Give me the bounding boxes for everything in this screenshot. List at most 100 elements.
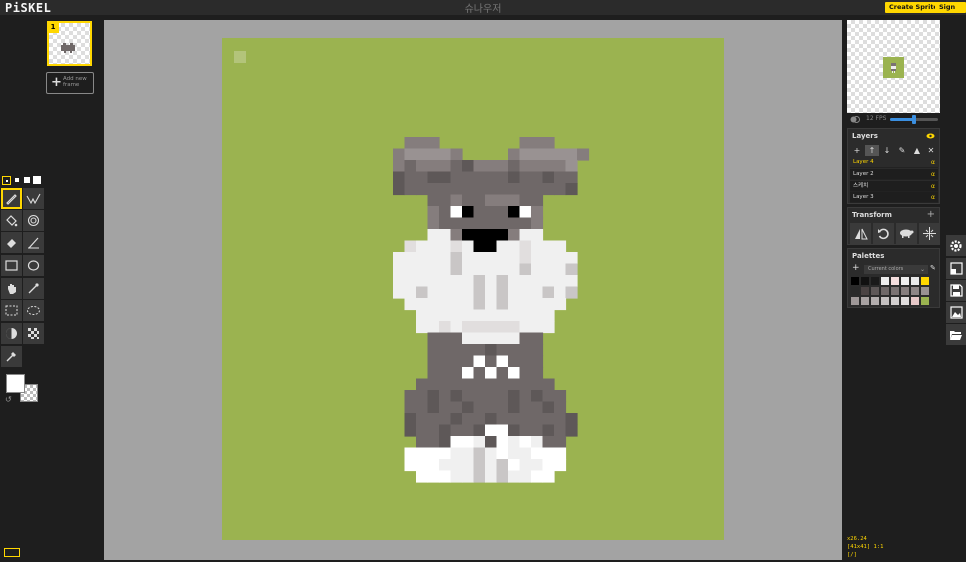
pen-tool-button[interactable] <box>1 188 22 209</box>
palette-color-swatch[interactable] <box>871 277 879 285</box>
palette-select[interactable]: Current colors ⌄ <box>864 265 928 274</box>
palette-color-swatch[interactable] <box>881 297 889 305</box>
rectangle-tool-button[interactable] <box>1 255 22 276</box>
palette-color-swatch[interactable] <box>901 287 909 295</box>
layer-row[interactable]: Layer 3 α <box>850 192 938 203</box>
palette-color-swatch[interactable] <box>901 297 909 305</box>
sprite-pixel <box>439 183 452 196</box>
palette-color-swatch[interactable] <box>871 287 879 295</box>
layer-opacity[interactable]: α <box>931 192 935 203</box>
edit-palette-icon[interactable]: ✎ <box>930 264 936 272</box>
layer-opacity[interactable]: α <box>931 181 935 192</box>
palette-color-swatch[interactable] <box>921 287 929 295</box>
palette-color-swatch[interactable] <box>891 277 899 285</box>
sprite-pixel <box>473 447 486 460</box>
palette-color-swatch[interactable] <box>911 297 919 305</box>
create-sprite-button[interactable]: Create Sprite <box>885 2 942 13</box>
flip-button[interactable] <box>850 223 871 244</box>
layer-opacity[interactable]: α <box>931 169 935 180</box>
sprite-pixel <box>427 332 440 345</box>
palette-color-swatch[interactable] <box>901 277 909 285</box>
palette-color-swatch[interactable] <box>861 287 869 295</box>
open-button[interactable] <box>946 324 966 345</box>
sprite-pixel <box>519 309 532 322</box>
pen-size-1[interactable] <box>2 176 11 185</box>
delete-layer-icon[interactable]: ✕ <box>924 145 938 156</box>
pen-size-2[interactable] <box>13 176 22 185</box>
lighten-tool-button[interactable] <box>1 323 22 344</box>
eye-icon[interactable] <box>926 133 935 139</box>
circle-tool-button[interactable] <box>23 255 44 276</box>
keyboard-shortcuts-icon[interactable] <box>4 548 20 557</box>
add-palette-icon[interactable]: + <box>852 263 860 273</box>
palette-color-swatch[interactable] <box>911 277 919 285</box>
palette-color-swatch[interactable] <box>881 287 889 295</box>
edit-layer-icon[interactable]: ✎ <box>895 145 909 156</box>
palette-color-swatch[interactable] <box>881 277 889 285</box>
sprite-pixel <box>450 160 463 173</box>
palette-color-swatch[interactable] <box>921 277 929 285</box>
color-picker-tool-button[interactable] <box>1 346 22 367</box>
palette-color-swatch[interactable] <box>851 277 859 285</box>
move-layer-up-icon[interactable]: ↑ <box>865 145 879 156</box>
palette-color-swatch[interactable] <box>921 297 929 305</box>
sprite-pixel <box>439 309 452 322</box>
rectangle-select-tool-button[interactable] <box>1 300 22 321</box>
sprite-pixel <box>542 148 555 161</box>
move-layer-down-icon[interactable]: ↓ <box>880 145 894 156</box>
transform-expand-icon[interactable]: + <box>927 209 935 220</box>
layer-opacity[interactable]: α <box>931 157 935 168</box>
sprite-pixel <box>416 424 429 437</box>
sprite-pixel <box>554 148 567 161</box>
palette-color-swatch[interactable] <box>851 297 859 305</box>
paint-same-color-tool-button[interactable] <box>23 210 44 231</box>
rotate-button[interactable] <box>873 223 894 244</box>
swap-colors-icon[interactable]: ↺ <box>5 395 12 404</box>
pen-size-3[interactable] <box>23 176 32 185</box>
layer-row[interactable]: Layer 2 α <box>850 169 938 180</box>
sprite-pixel <box>485 240 498 253</box>
export-button[interactable] <box>946 302 966 323</box>
sprite-pixel <box>496 401 509 414</box>
layer-row[interactable]: 스케치 α <box>850 181 938 192</box>
sprite-pixel <box>554 413 567 426</box>
sign-in-button[interactable]: Sign in <box>935 2 966 22</box>
sprite-pixel <box>427 263 440 276</box>
fps-slider-track[interactable] <box>890 115 938 124</box>
vertical-mirror-tool-button[interactable] <box>23 188 44 209</box>
align-button[interactable] <box>919 223 940 244</box>
sprite-pixel <box>416 137 429 150</box>
merge-layer-icon[interactable]: ▲ <box>910 145 924 156</box>
resize-button[interactable] <box>946 258 966 279</box>
shape-select-tool-button[interactable] <box>23 278 44 299</box>
sprite-pixel <box>473 413 486 426</box>
add-frame-button[interactable]: + Add new frame <box>46 72 94 94</box>
lasso-select-tool-button[interactable] <box>23 300 44 321</box>
move-tool-button[interactable] <box>1 278 22 299</box>
fps-slider-thumb[interactable] <box>912 115 916 124</box>
sprite-pixel <box>427 344 440 357</box>
palette-color-swatch[interactable] <box>891 297 899 305</box>
palette-color-swatch[interactable] <box>871 297 879 305</box>
onion-skin-icon[interactable] <box>850 115 860 124</box>
save-button[interactable] <box>946 280 966 301</box>
palette-color-swatch[interactable] <box>851 287 859 295</box>
paint-bucket-tool-button[interactable] <box>1 210 22 231</box>
eraser-tool-button[interactable] <box>1 232 22 253</box>
stroke-tool-button[interactable] <box>23 232 44 253</box>
palette-color-swatch[interactable] <box>911 287 919 295</box>
palette-color-swatch[interactable] <box>861 297 869 305</box>
sprite-pixel <box>462 413 475 426</box>
sprite-pixel <box>542 137 555 150</box>
settings-button[interactable] <box>946 235 966 256</box>
pen-size-4[interactable] <box>33 176 42 185</box>
clone-button[interactable] <box>896 223 917 244</box>
palette-color-swatch[interactable] <box>861 277 869 285</box>
layer-row[interactable]: Layer 4 α <box>850 157 938 168</box>
drawing-canvas[interactable] <box>222 38 724 540</box>
primary-color-swatch[interactable] <box>6 374 25 393</box>
sprite-pixel <box>565 275 578 288</box>
add-layer-icon[interactable]: + <box>850 145 864 156</box>
palette-color-swatch[interactable] <box>891 287 899 295</box>
dithering-tool-button[interactable] <box>23 323 44 344</box>
